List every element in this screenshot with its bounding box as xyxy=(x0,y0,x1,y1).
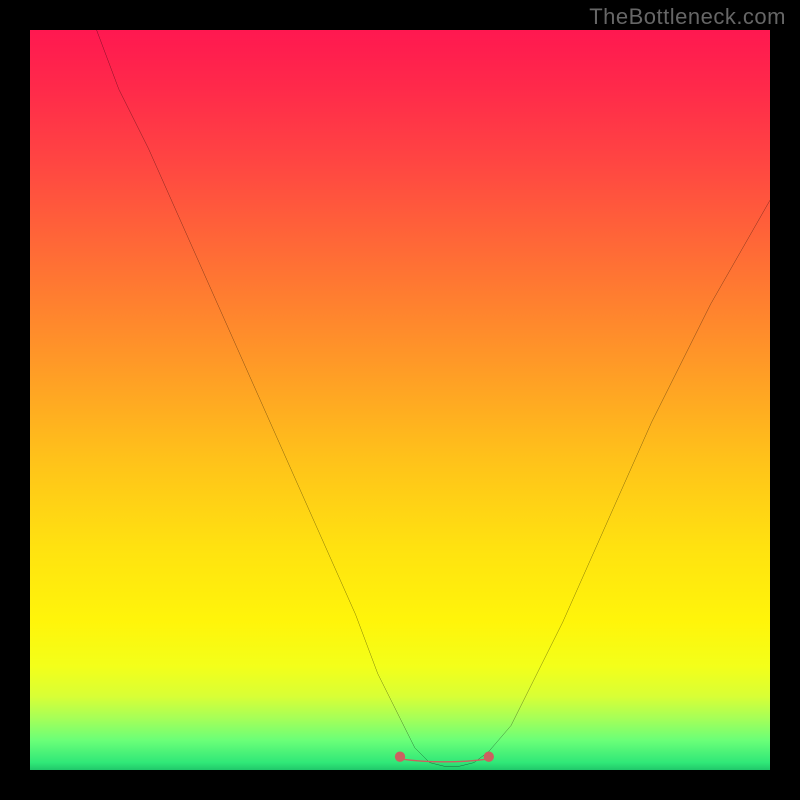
highlight-dot-right xyxy=(484,752,494,762)
highlight-dot-left xyxy=(395,752,405,762)
watermark-text: TheBottleneck.com xyxy=(589,4,786,30)
chart-frame: TheBottleneck.com xyxy=(0,0,800,800)
plot-area xyxy=(30,30,770,770)
curve-layer xyxy=(30,30,770,770)
bottleneck-curve xyxy=(97,30,770,766)
